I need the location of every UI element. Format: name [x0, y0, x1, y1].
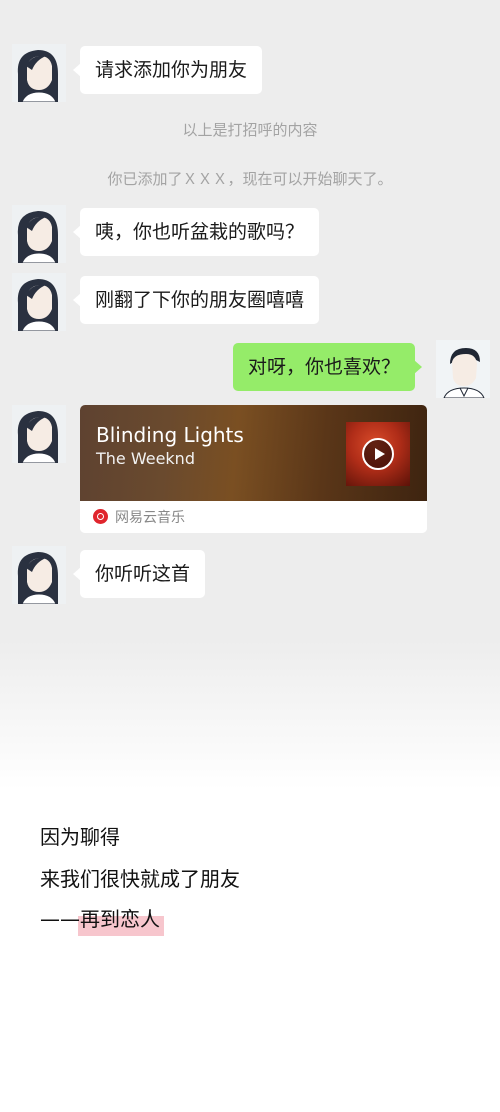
caption-line: 来我们很快就成了朋友: [40, 867, 240, 891]
avatar-her[interactable]: [12, 205, 66, 263]
caption-line: ——再到恋人: [40, 906, 164, 936]
song-title: Blinding Lights: [96, 423, 244, 447]
message-bubble[interactable]: 你听听这首: [72, 550, 206, 598]
message-text: 你听听这首: [95, 563, 191, 585]
avatar-her[interactable]: [12, 546, 66, 604]
netease-music-icon: [93, 509, 108, 524]
music-source-label: 网易云音乐: [115, 510, 185, 526]
album-cover[interactable]: [346, 422, 410, 486]
message-text: 刚翻了下你的朋友圈嘻嘻: [95, 289, 305, 311]
message-text: 请求添加你为朋友: [95, 59, 248, 81]
message-text: 对呀，你也喜欢？: [248, 356, 401, 378]
caption-line: 因为聊得: [40, 825, 120, 849]
music-card-footer: 网易云音乐: [80, 501, 427, 533]
caption-highlight: 再到恋人: [78, 907, 164, 936]
avatar-her[interactable]: [12, 273, 66, 331]
system-message: 你已添加了ＸＸＸ，现在可以开始聊天了。: [107, 170, 393, 188]
song-artist: The Weeknd: [96, 449, 195, 468]
avatar-him[interactable]: [436, 340, 490, 398]
message-text: 咦，你也听盆栽的歌吗？: [95, 221, 305, 243]
message-bubble[interactable]: 请求添加你为朋友: [72, 46, 263, 94]
caption-dash: ——: [40, 907, 80, 931]
music-share-card[interactable]: Blinding Lights The Weeknd 网易云音乐: [80, 405, 427, 533]
system-message: 以上是打招呼的内容: [182, 121, 318, 139]
message-bubble[interactable]: 咦，你也听盆栽的歌吗？: [72, 208, 320, 256]
play-icon[interactable]: [362, 438, 394, 470]
avatar-her[interactable]: [12, 405, 66, 463]
message-bubble-outgoing[interactable]: 对呀，你也喜欢？: [233, 343, 423, 391]
chat-area: 请求添加你为朋友 以上是打招呼的内容 你已添加了ＸＸＸ，现在可以开始聊天了。 咦…: [0, 0, 500, 790]
avatar-her[interactable]: [12, 44, 66, 102]
message-bubble[interactable]: 刚翻了下你的朋友圈嘻嘻: [72, 276, 320, 324]
music-card-banner: Blinding Lights The Weeknd: [80, 405, 427, 501]
